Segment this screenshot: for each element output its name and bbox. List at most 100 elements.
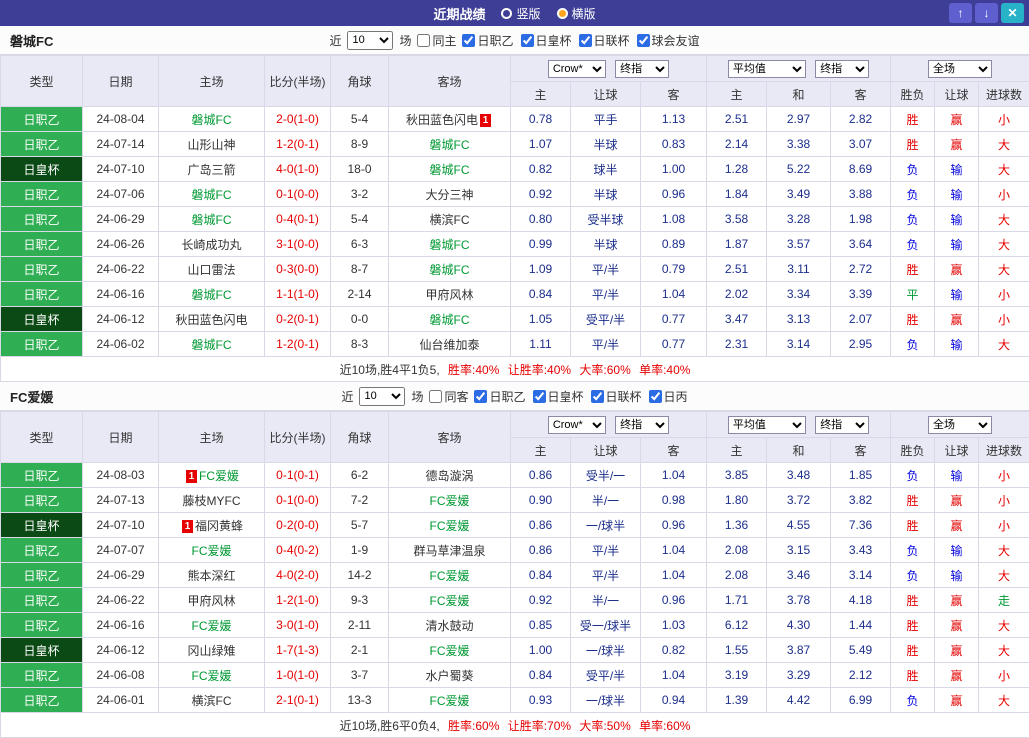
radio-vertical-icon[interactable] [501, 8, 512, 19]
close-button[interactable]: ✕ [1001, 3, 1024, 23]
league-checkbox[interactable] [462, 34, 475, 47]
home-team-cell: 山形山神 [159, 132, 265, 157]
team-name: 磐城FC [10, 31, 53, 50]
team-cell-content: 广岛三箭 [187, 163, 235, 177]
asian-company-select[interactable]: Crow* [548, 416, 606, 434]
layout-option-horizontal[interactable]: 横版 [557, 5, 596, 22]
league-filter-0[interactable]: 日职乙 [462, 32, 513, 49]
away-team-cell: 甲府风林 [389, 282, 511, 307]
titlebar-center: 近期战绩 竖版 横版 [0, 4, 1029, 23]
euro-stage-select[interactable]: 终指 [815, 416, 869, 434]
league-filter-1[interactable]: 日皇杯 [533, 388, 584, 405]
league-cell: 日职乙 [1, 207, 83, 232]
euro-draw-odds-cell: 3.87 [767, 638, 831, 663]
move-down-button[interactable]: ↓ [975, 3, 998, 23]
handicap-line-cell: 半球 [571, 232, 641, 257]
league-checkbox[interactable] [474, 390, 487, 403]
euro-home-odds-cell: 1.87 [707, 232, 767, 257]
asian-home-odds-cell: 1.11 [511, 332, 571, 357]
team-text: FC爱媛 [430, 644, 470, 658]
header-top-row: 类型 日期 主场 比分(半场) 角球 客场 Crow* 终指 平均值 终指 [1, 56, 1029, 82]
team-cell-content: 磐城FC [192, 213, 232, 227]
match-row: 日职乙24-06-16FC爱媛3-0(1-0)2-11清水鼓动0.85受一/球半… [1, 613, 1029, 638]
euro-odds-selects: 平均值 终指 [707, 412, 891, 438]
same-venue-filter[interactable]: 同客 [429, 388, 468, 405]
away-team-cell: 磐城FC [389, 157, 511, 182]
team-text: 德岛漩涡 [425, 469, 473, 483]
euro-draw-odds-cell: 3.38 [767, 132, 831, 157]
euro-odds-selects: 平均值 终指 [707, 56, 891, 82]
recent-count-select[interactable]: 10 [359, 387, 405, 406]
euro-company-select[interactable]: 平均值 [728, 60, 806, 78]
same-venue-filter[interactable]: 同主 [417, 32, 456, 49]
league-filter-3[interactable]: 球会友谊 [637, 32, 700, 49]
euro-home-odds-cell: 2.51 [707, 107, 767, 132]
corner-cell: 9-3 [331, 588, 389, 613]
euro-stage-select[interactable]: 终指 [815, 60, 869, 78]
league-filter-2[interactable]: 日联杯 [591, 388, 642, 405]
radio-horizontal-icon[interactable] [557, 8, 568, 19]
result-cell: 胜 [891, 257, 935, 282]
league-cell: 日职乙 [1, 132, 83, 157]
league-filter-3[interactable]: 日丙 [649, 388, 688, 405]
league-checkbox[interactable] [521, 34, 534, 47]
league-checkbox[interactable] [591, 390, 604, 403]
league-cell: 日职乙 [1, 107, 83, 132]
score-cell: 0-2(0-0) [265, 513, 331, 538]
layout-vertical-label: 竖版 [516, 5, 540, 22]
league-filter-1[interactable]: 日皇杯 [521, 32, 572, 49]
team-text: 甲府风林 [425, 288, 473, 302]
asian-stage-select[interactable]: 终指 [615, 60, 669, 78]
euro-home-odds-cell: 2.14 [707, 132, 767, 157]
same-venue-checkbox[interactable] [417, 34, 430, 47]
asian-away-odds-cell: 1.04 [641, 282, 707, 307]
team-cell-content: 磐城FC [192, 188, 232, 202]
match-row: 日职乙24-08-031FC爱媛0-1(0-1)6-2德岛漩涡0.86受半/一1… [1, 463, 1029, 488]
recent-count-select[interactable]: 10 [347, 31, 393, 50]
euro-draw-odds-cell: 4.30 [767, 613, 831, 638]
euro-draw-odds-cell: 3.78 [767, 588, 831, 613]
league-filter-2[interactable]: 日联杯 [579, 32, 630, 49]
league-checkbox[interactable] [649, 390, 662, 403]
scope-select[interactable]: 全场 [928, 60, 992, 78]
league-checkbox[interactable] [533, 390, 546, 403]
col-header-asian-away: 客 [641, 438, 707, 463]
euro-home-odds-cell: 1.55 [707, 638, 767, 663]
euro-home-odds-cell: 1.84 [707, 182, 767, 207]
euro-home-odds-cell: 2.02 [707, 282, 767, 307]
same-venue-label: 同客 [444, 388, 468, 405]
col-header-date: 日期 [83, 56, 159, 107]
asian-stage-select[interactable]: 终指 [615, 416, 669, 434]
date-cell: 24-07-14 [83, 132, 159, 157]
team-cell-content: 横滨FC [192, 694, 232, 708]
layout-option-vertical[interactable]: 竖版 [501, 5, 540, 22]
matches-table: 类型 日期 主场 比分(半场) 角球 客场 Crow* 终指 平均值 终指 [0, 411, 1029, 738]
filter-bar: 近 10 场 同客 日职乙日皇杯日联杯日丙 [0, 387, 1029, 406]
team-cell-content: 磐城FC [430, 163, 470, 177]
league-checkbox[interactable] [579, 34, 592, 47]
team-text: 藤枝MYFC [183, 494, 241, 508]
away-team-cell: 磐城FC [389, 132, 511, 157]
handicap-line-cell: 受平/半 [571, 307, 641, 332]
goals-result-cell: 大 [979, 538, 1029, 563]
goals-result-cell: 大 [979, 613, 1029, 638]
move-up-button[interactable]: ↑ [949, 3, 972, 23]
date-cell: 24-06-16 [83, 282, 159, 307]
handicap-line-cell: 平/半 [571, 332, 641, 357]
league-checkbox[interactable] [637, 34, 650, 47]
handicap-line-cell: 半/一 [571, 588, 641, 613]
league-filter-0[interactable]: 日职乙 [474, 388, 525, 405]
result-cell: 负 [891, 332, 935, 357]
corner-cell: 14-2 [331, 563, 389, 588]
euro-home-odds-cell: 2.31 [707, 332, 767, 357]
match-row: 日职乙24-06-26长崎成功丸3-1(0-0)6-3磐城FC0.99半球0.8… [1, 232, 1029, 257]
scope-select[interactable]: 全场 [928, 416, 992, 434]
asian-company-select[interactable]: Crow* [548, 60, 606, 78]
col-header-away: 客场 [389, 412, 511, 463]
euro-company-select[interactable]: 平均值 [728, 416, 806, 434]
team-cell-content: FC爱媛 [430, 519, 470, 533]
euro-draw-odds-cell: 3.57 [767, 232, 831, 257]
same-venue-checkbox[interactable] [429, 390, 442, 403]
team-text: 长崎成功丸 [181, 238, 241, 252]
match-row: 日职乙24-06-29熊本深红4-0(2-0)14-2FC爱媛0.84平/半1.… [1, 563, 1029, 588]
